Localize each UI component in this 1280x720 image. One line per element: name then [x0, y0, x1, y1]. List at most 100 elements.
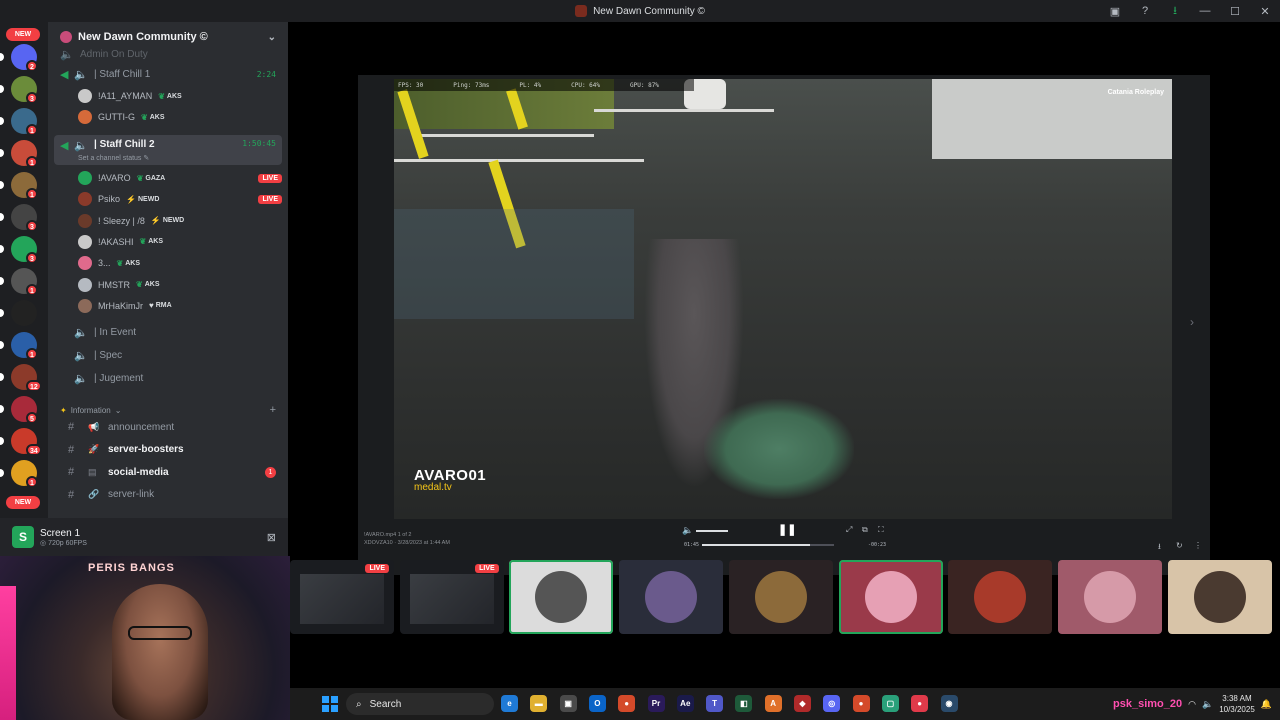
more-icon[interactable]: ⋮ [1194, 541, 1202, 550]
text-channel-server-boosters[interactable]: # 🚀 server-boosters [54, 440, 282, 460]
server-icon[interactable] [11, 300, 37, 326]
screen-share-bar: S Screen 1 ◎ 720p 60FPS ⊠ [0, 518, 288, 556]
participant-tile[interactable] [948, 560, 1053, 634]
participant-tile[interactable] [1167, 560, 1272, 634]
bolt-icon: ⚡ [150, 216, 161, 226]
voice-user[interactable]: !AKASHI ❦ AKS [78, 232, 282, 252]
medal-watermark: AVARO01 medal.tv [414, 467, 486, 493]
title-bar: New Dawn Community © ▣ ? ⭳ — ☐ ✕ [0, 0, 1280, 22]
text-channel-server-link[interactable]: # 🔗 server-link [54, 485, 282, 505]
taskbar-app-icon[interactable]: ▢ [881, 695, 899, 712]
participant-tile[interactable]: LIVE [290, 560, 394, 634]
participant-tile[interactable] [1057, 560, 1162, 634]
voice-channel-partial[interactable]: 🔈 Admin On Duty [54, 44, 282, 64]
volume-icon[interactable]: 🔈 [682, 525, 693, 536]
server-name: New Dawn Community © [78, 31, 208, 43]
voice-user[interactable]: !A11_AYMAN ❦ AKS [78, 86, 282, 106]
taskbar-app-icon[interactable]: ▬ [530, 695, 548, 712]
avatar [754, 571, 807, 623]
volume-slider[interactable] [696, 530, 728, 532]
maximize-button[interactable]: ☐ [1220, 5, 1250, 18]
taskbar-app-icon[interactable]: O [588, 695, 606, 712]
taskbar-search[interactable]: ⌕ Search [346, 693, 494, 715]
volume-icon[interactable]: 🔈 [1202, 699, 1213, 710]
participant-tile[interactable] [838, 560, 943, 634]
taskbar-app-icon[interactable]: ◧ [735, 695, 753, 712]
text-channel-announcement[interactable]: # 📢 announcement [54, 417, 282, 437]
avatar [1083, 571, 1136, 623]
taskbar-app-icon[interactable]: ● [852, 695, 870, 712]
server-rail: NEW 2 3 1 1 1 3 3 1 1 12 5 34 1 NEW [0, 22, 48, 518]
server-mention-badge: 2 [26, 60, 38, 72]
add-channel-button[interactable]: + [270, 404, 276, 416]
hash-icon: # [68, 488, 75, 501]
minimize-button[interactable]: — [1190, 5, 1220, 17]
system-tray: psk_simo_20 ◠ 🔈 3:38 AM 10/3/2025 🔔 [1113, 688, 1280, 720]
chevron-down-icon[interactable]: ⌄ [268, 32, 276, 43]
pause-button[interactable]: ❚❚ [778, 523, 796, 536]
rocket-icon: 🚀 [88, 444, 100, 454]
taskbar-app-icon[interactable]: ◆ [794, 695, 811, 712]
participant-tile[interactable] [728, 560, 833, 634]
voice-user[interactable]: Psiko ⚡ NEWD LIVE [78, 189, 282, 209]
chevron-right-icon[interactable]: › [1190, 315, 1194, 329]
participant-tile[interactable] [619, 560, 724, 634]
voice-user[interactable]: HMSTR ❦ AKS [78, 275, 282, 295]
bolt-icon: ⚡ [126, 194, 136, 204]
taskbar-app-icon[interactable]: ▣ [559, 695, 577, 712]
taskbar-app-icon[interactable]: ● [911, 695, 929, 712]
new-badge: NEW [6, 28, 40, 41]
download-icon[interactable]: ⭳ [1158, 541, 1161, 555]
stream-player[interactable]: FPS: 30 Ping: 73ms PL: 4% CPU: 64% GPU: 87% … [358, 75, 1210, 575]
help-icon[interactable]: ? [1130, 5, 1160, 17]
voice-channel-staff-chill-1[interactable]: ◀ 🔈 | Staff Chill 1 2:24 [54, 64, 282, 84]
voice-channel-spec[interactable]: 🔈 | Spec [54, 345, 282, 365]
server-mention-badge: 1 [26, 284, 38, 296]
channel-sidebar: New Dawn Community © ⌄ 🔈 Admin On Duty ◀… [48, 22, 288, 518]
notification-icon[interactable]: 🔔 [1261, 699, 1272, 710]
rotate-icon[interactable]: ↻ [1176, 541, 1183, 550]
server-mention-badge: 1 [26, 156, 38, 168]
voice-user[interactable]: !AVARO ❦ GAZA LIVE [78, 168, 282, 188]
expand-icon[interactable]: ⤢ [846, 525, 852, 535]
download-icon[interactable]: ⭳ [1160, 2, 1190, 21]
stream-video[interactable]: FPS: 30 Ping: 73ms PL: 4% CPU: 64% GPU: 87% … [394, 79, 1172, 519]
clock[interactable]: 3:38 AM 10/3/2025 [1219, 693, 1255, 715]
channel-label: | In Event [94, 326, 137, 338]
close-button[interactable]: ✕ [1250, 5, 1280, 18]
seek-bar[interactable] [702, 544, 834, 546]
taskbar-app-icon[interactable]: ● [618, 695, 636, 712]
text-channel-social-media[interactable]: # ▤ social-media 1 [54, 462, 282, 482]
stream-stage: FPS: 30 Ping: 73ms PL: 4% CPU: 64% GPU: 87% … [288, 22, 1280, 575]
voice-channel-jugement[interactable]: 🔈 | Jugement [54, 368, 282, 388]
stop-share-icon[interactable]: ⊠ [267, 531, 276, 544]
fullscreen-icon[interactable]: ⛶ [878, 525, 884, 535]
taskbar-app-icon[interactable]: Pr [647, 695, 665, 712]
inbox-icon[interactable]: ▣ [1100, 5, 1130, 18]
taskbar-app-icon[interactable]: T [706, 695, 724, 712]
voice-channel-in-event[interactable]: 🔈 | In Event [54, 322, 282, 342]
server-logo-icon [575, 5, 588, 17]
news-icon: ▤ [88, 466, 97, 477]
avatar [78, 110, 92, 124]
windows-start-icon[interactable] [322, 696, 338, 712]
voice-user[interactable]: 3... ❦ AKS [78, 253, 282, 273]
popout-icon[interactable]: ⧉ [862, 525, 868, 535]
taskbar-app-icon[interactable]: A [764, 695, 782, 712]
voice-user[interactable]: GUTTI-G ❦ AKS [78, 107, 282, 127]
clan-tag: ❦ AKS [116, 258, 140, 268]
voice-user[interactable]: MrHaKimJr ♥ RMA [78, 296, 282, 316]
taskbar-app-icon[interactable]: e [501, 695, 518, 712]
clan-tag: ❦ AKS [136, 280, 160, 289]
category-information[interactable]: ✦ Information ⌄ + [60, 404, 276, 416]
voice-user[interactable]: ! Sleezy | /8 ⚡ NEWD [78, 211, 282, 231]
avatar [1193, 571, 1246, 623]
taskbar-app-icon[interactable]: Ae [676, 695, 694, 712]
taskbar-app-icon[interactable]: ◉ [940, 695, 958, 712]
channel-status[interactable]: Set a channel status ✎ [78, 154, 149, 162]
wifi-icon[interactable]: ◠ [1188, 699, 1196, 710]
server-mention-badge: 3 [26, 252, 38, 264]
participant-tile[interactable]: LIVE [399, 560, 504, 634]
participant-tile[interactable] [509, 560, 614, 634]
taskbar-app-icon[interactable]: ◎ [823, 695, 841, 712]
